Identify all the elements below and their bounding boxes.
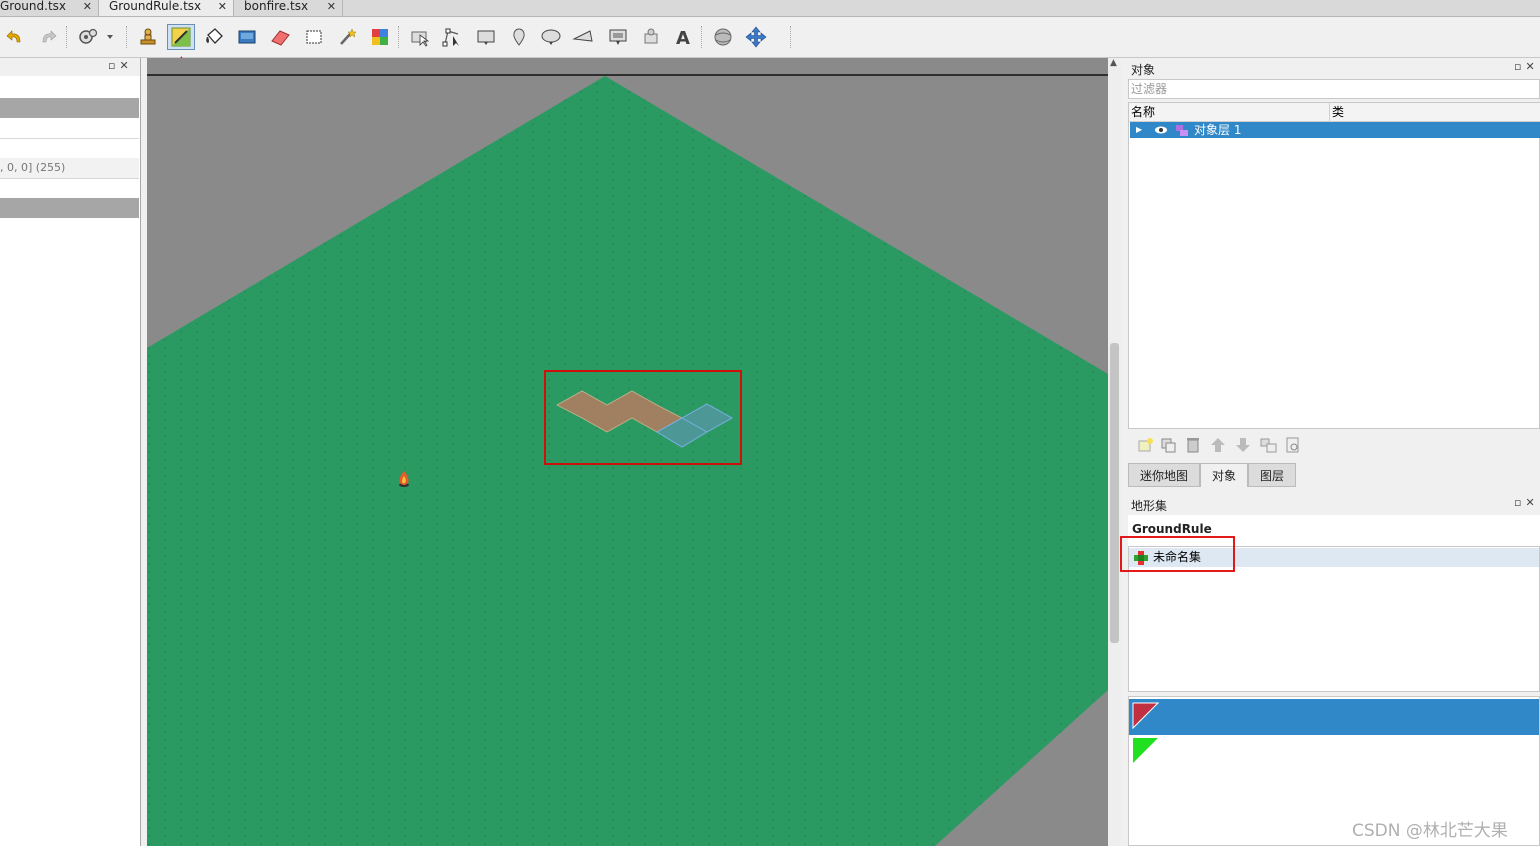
insert-rectangle-icon[interactable] bbox=[474, 25, 498, 49]
move-down-icon[interactable] bbox=[1234, 436, 1252, 457]
property-row[interactable] bbox=[0, 118, 139, 139]
properties-icon[interactable] bbox=[1284, 436, 1302, 457]
close-icon[interactable]: ✕ bbox=[327, 0, 336, 13]
column-header-class[interactable]: 类 bbox=[1329, 103, 1540, 122]
svg-text:A: A bbox=[676, 28, 690, 47]
eye-icon[interactable] bbox=[1154, 122, 1168, 142]
insert-ellipse-icon[interactable] bbox=[539, 25, 563, 49]
objects-panel-toolbar bbox=[1128, 434, 1540, 458]
terrain-panel-title: 地形集 bbox=[1131, 499, 1168, 513]
tab-minimap[interactable]: 迷你地图 bbox=[1128, 463, 1200, 487]
terrain-brush-icon[interactable] bbox=[167, 24, 195, 50]
new-object-layer-icon[interactable] bbox=[1136, 436, 1154, 457]
insert-point-icon[interactable] bbox=[507, 25, 531, 49]
objects-panel-title: 对象 bbox=[1131, 63, 1156, 77]
bucket-fill-icon[interactable] bbox=[202, 25, 226, 49]
dock-buttons[interactable]: ▫✕ bbox=[1514, 496, 1539, 509]
dock-buttons[interactable]: ▫✕ bbox=[1514, 60, 1539, 73]
tab-label: Ground.tsx bbox=[0, 0, 67, 13]
duplicate-icon[interactable] bbox=[1160, 436, 1178, 457]
object-layer-icon bbox=[1174, 122, 1190, 142]
terrain-row[interactable] bbox=[1129, 737, 1539, 765]
terrain-color-icon bbox=[1133, 738, 1158, 763]
move-icon[interactable] bbox=[744, 25, 768, 49]
tileset-name: GroundRule bbox=[1132, 522, 1212, 536]
tab-groundrule[interactable]: GroundRule.tsx ✕ bbox=[99, 0, 234, 16]
undo-icon[interactable] bbox=[3, 25, 27, 49]
tab-objects[interactable]: 对象 bbox=[1200, 463, 1248, 487]
stamp-brush-icon[interactable] bbox=[136, 25, 160, 49]
close-icon[interactable]: ✕ bbox=[218, 0, 227, 13]
edit-polygons-icon[interactable] bbox=[440, 25, 464, 49]
objects-tree[interactable]: 名称 类 ▶ 对象层 1 bbox=[1128, 102, 1540, 429]
insert-tile-icon[interactable] bbox=[606, 25, 630, 49]
tab-layers[interactable]: 图层 bbox=[1248, 463, 1296, 487]
eraser-icon[interactable] bbox=[268, 25, 292, 49]
tab-label: bonfire.tsx bbox=[244, 0, 309, 13]
move-to-layer-icon[interactable] bbox=[1259, 436, 1279, 457]
property-value: , 0, 0] (255) bbox=[0, 161, 66, 174]
main-toolbar: A bbox=[0, 17, 1540, 179]
command-icon[interactable] bbox=[76, 25, 116, 49]
expand-arrow-icon[interactable]: ▶ bbox=[1136, 122, 1142, 138]
insert-template-icon[interactable] bbox=[639, 25, 663, 49]
dock-buttons[interactable]: ▫✕ bbox=[108, 59, 133, 72]
tab-bonfire[interactable]: bonfire.tsx ✕ bbox=[234, 0, 343, 16]
select-same-tile-icon[interactable] bbox=[368, 25, 392, 49]
map-canvas[interactable] bbox=[147, 58, 1108, 846]
remove-icon[interactable] bbox=[1184, 436, 1202, 457]
tab-ground[interactable]: Ground.tsx ✕ bbox=[0, 0, 99, 16]
watermark: CSDN @林北芒大果 bbox=[1352, 821, 1508, 841]
scroll-up-icon[interactable]: ▲ bbox=[1110, 58, 1117, 68]
move-up-icon[interactable] bbox=[1209, 436, 1227, 457]
redo-icon[interactable] bbox=[36, 25, 60, 49]
terrain-row-selected[interactable] bbox=[1129, 699, 1539, 735]
properties-panel: ▫✕ , 0, 0] (255) bbox=[0, 58, 141, 846]
shape-fill-icon[interactable] bbox=[235, 25, 259, 49]
rectangular-select-icon[interactable] bbox=[302, 25, 326, 49]
insert-text-icon[interactable]: A bbox=[671, 25, 695, 49]
object-layer-name: 对象层 1 bbox=[1194, 123, 1242, 137]
world-tool-icon[interactable] bbox=[711, 25, 735, 49]
annotation-box bbox=[1120, 536, 1235, 572]
scrollbar-thumb[interactable] bbox=[1110, 343, 1119, 643]
tab-label: GroundRule.tsx bbox=[109, 0, 202, 13]
property-group-row bbox=[0, 198, 139, 218]
terrain-color-icon bbox=[1132, 702, 1160, 730]
column-header-name[interactable]: 名称 bbox=[1129, 103, 1329, 122]
insert-polygon-icon[interactable] bbox=[571, 25, 595, 49]
object-layer-row[interactable]: ▶ 对象层 1 bbox=[1130, 122, 1540, 138]
magic-wand-icon[interactable] bbox=[335, 25, 359, 49]
document-tab-bar: Ground.tsx ✕ GroundRule.tsx ✕ bonfire.ts… bbox=[0, 0, 1540, 17]
filter-input[interactable]: 过滤器 bbox=[1128, 79, 1540, 99]
property-row[interactable] bbox=[0, 178, 139, 199]
properties-panel-header: ▫✕ bbox=[0, 58, 140, 76]
property-row[interactable] bbox=[0, 138, 139, 159]
select-objects-icon[interactable] bbox=[408, 25, 432, 49]
close-icon[interactable]: ✕ bbox=[83, 0, 92, 13]
property-group-row bbox=[0, 98, 139, 118]
property-row[interactable]: , 0, 0] (255) bbox=[0, 158, 139, 179]
canvas-vertical-scrollbar[interactable]: ▲ bbox=[1108, 58, 1121, 846]
